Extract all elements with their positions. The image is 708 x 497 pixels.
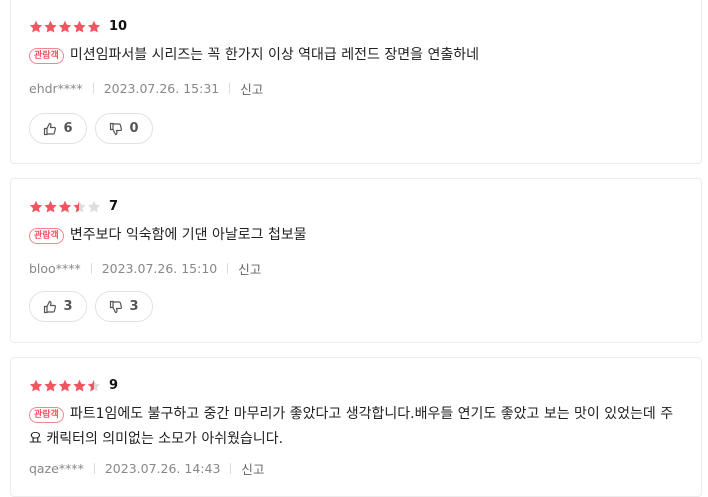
review-text: 변주보다 익숙함에 기댄 아날로그 첩보물 bbox=[69, 227, 307, 243]
dislike-button[interactable]: 3 bbox=[95, 291, 153, 322]
review-card: 9 관람객 파트1임에도 불구하고 중간 마무리가 좋았다고 생각합니다.배우들 … bbox=[10, 357, 702, 497]
review-comment: 관람객 미션임파서블 시리즈는 꼭 한가지 이상 역대급 레전드 장면을 연출하네 bbox=[29, 43, 683, 68]
star-icon bbox=[29, 379, 43, 391]
star-icon bbox=[58, 200, 72, 212]
review-meta: ehdr**** 2023.07.26. 15:31 신고 bbox=[29, 79, 263, 98]
star-rating bbox=[29, 200, 101, 214]
star-icon bbox=[44, 20, 57, 32]
divider bbox=[93, 463, 95, 474]
star-icon bbox=[44, 200, 57, 212]
divider bbox=[230, 463, 232, 474]
dislike-count: 3 bbox=[129, 299, 139, 314]
star-icon bbox=[29, 200, 43, 212]
user-id: bloo**** bbox=[29, 261, 81, 276]
vote-buttons: 6 0 bbox=[29, 113, 161, 144]
star-icon bbox=[73, 200, 80, 212]
divider bbox=[90, 263, 92, 274]
like-button[interactable]: 6 bbox=[29, 113, 87, 144]
review-date: 2023.07.26. 15:10 bbox=[101, 261, 218, 276]
user-id: ehdr**** bbox=[29, 81, 83, 96]
review-card: 10 관람객 미션임파서블 시리즈는 꼭 한가지 이상 역대급 레전드 장면을 연… bbox=[10, 0, 702, 164]
review-meta: bloo**** 2023.07.26. 15:10 신고 bbox=[29, 259, 261, 278]
divider bbox=[92, 83, 94, 94]
star-icon bbox=[87, 379, 94, 391]
viewer-badge: 관람객 bbox=[29, 48, 64, 64]
report-link[interactable]: 신고 bbox=[240, 79, 263, 98]
rating-row: 7 bbox=[29, 199, 118, 214]
review-comment: 관람객 변주보다 익숙함에 기댄 아날로그 첩보물 bbox=[29, 223, 683, 248]
divider bbox=[227, 263, 229, 274]
vote-buttons: 3 3 bbox=[29, 291, 161, 322]
star-icon bbox=[44, 379, 57, 391]
like-count: 3 bbox=[63, 299, 73, 314]
rating-score: 10 bbox=[109, 19, 128, 34]
star-icon bbox=[73, 20, 86, 32]
star-fill bbox=[29, 379, 94, 393]
dislike-count: 0 bbox=[129, 121, 139, 136]
star-fill bbox=[29, 200, 80, 214]
star-icon bbox=[73, 379, 86, 391]
review-card: 7 관람객 변주보다 익숙함에 기댄 아날로그 첩보물 bloo**** 2023… bbox=[10, 178, 702, 343]
rating-score: 7 bbox=[109, 199, 119, 214]
review-text: 파트1임에도 불구하고 중간 마무리가 좋았다고 생각합니다.배우들 연기도 좋… bbox=[29, 406, 674, 447]
viewer-badge: 관람객 bbox=[29, 228, 64, 244]
star-fill bbox=[29, 20, 101, 34]
star-icon bbox=[29, 20, 43, 32]
review-meta: qaze**** 2023.07.26. 14:43 신고 bbox=[29, 459, 264, 478]
rating-row: 10 bbox=[29, 19, 127, 34]
star-rating bbox=[29, 379, 101, 393]
review-comment: 관람객 파트1임에도 불구하고 중간 마무리가 좋았다고 생각합니다.배우들 연기… bbox=[29, 402, 683, 452]
divider bbox=[229, 83, 231, 94]
review-date: 2023.07.26. 15:31 bbox=[103, 81, 220, 96]
report-link[interactable]: 신고 bbox=[238, 259, 261, 278]
star-rating bbox=[29, 20, 101, 34]
viewer-badge: 관람객 bbox=[29, 407, 64, 423]
review-date: 2023.07.26. 14:43 bbox=[104, 461, 221, 476]
star-icon bbox=[87, 20, 101, 32]
thumbs-down-icon bbox=[110, 122, 123, 135]
thumbs-up-icon bbox=[44, 300, 57, 313]
rating-row: 9 bbox=[29, 378, 118, 393]
user-id: qaze**** bbox=[29, 461, 84, 476]
dislike-button[interactable]: 0 bbox=[95, 113, 153, 144]
star-icon bbox=[87, 200, 101, 212]
report-link[interactable]: 신고 bbox=[241, 459, 264, 478]
review-text: 미션임파서블 시리즈는 꼭 한가지 이상 역대급 레전드 장면을 연출하네 bbox=[69, 47, 479, 63]
like-button[interactable]: 3 bbox=[29, 291, 87, 322]
like-count: 6 bbox=[63, 121, 73, 136]
rating-score: 9 bbox=[109, 378, 119, 393]
thumbs-up-icon bbox=[44, 122, 57, 135]
thumbs-down-icon bbox=[110, 300, 123, 313]
star-icon bbox=[58, 20, 72, 32]
star-icon bbox=[58, 379, 72, 391]
